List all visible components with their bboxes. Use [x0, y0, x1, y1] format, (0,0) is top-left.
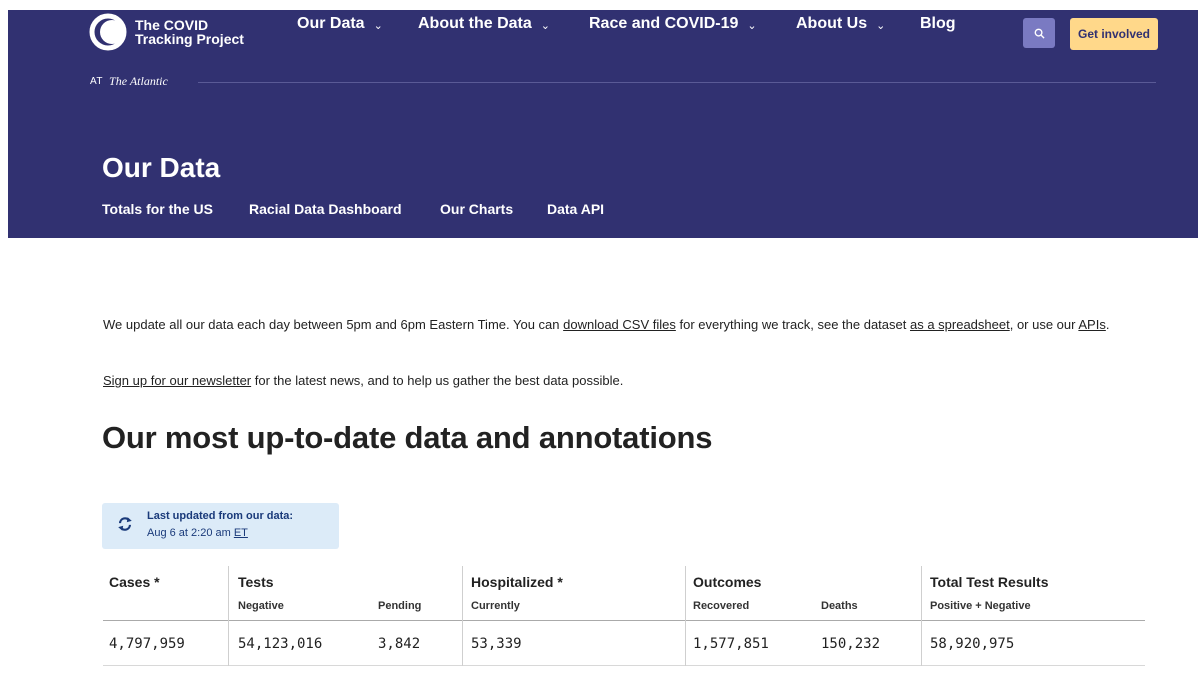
nav-label: Our Data [297, 15, 365, 32]
intro-text: for everything we track, see the dataset [675, 317, 910, 332]
last-updated-time: Aug 6 at 2:20 am ET [147, 527, 248, 539]
value-recovered: 1,577,851 [693, 636, 769, 652]
value-total-test-results: 58,920,975 [930, 636, 1015, 652]
nav-blog[interactable]: Blog [920, 15, 956, 33]
value-tests-pending: 3,842 [378, 636, 421, 652]
subheader-negative: Negative [238, 600, 284, 612]
nav-label: About the Data [418, 15, 532, 32]
subnav-racial-dashboard[interactable]: Racial Data Dashboard [249, 201, 402, 217]
search-icon [1034, 28, 1045, 39]
column-divider [921, 566, 922, 666]
last-updated-banner: Last updated from our data: Aug 6 at 2:2… [102, 503, 339, 549]
chevron-down-icon: ⌄ [876, 19, 886, 32]
at-label: AT [90, 76, 104, 87]
subnav-data-api[interactable]: Data API [547, 201, 604, 217]
nav-about-us[interactable]: About Us ⌄ [796, 15, 885, 33]
section-heading: Our most up-to-date data and annotations [102, 420, 713, 455]
subnav-our-charts[interactable]: Our Charts [440, 201, 513, 217]
header-total-test-results: Total Test Results [930, 574, 1049, 590]
logo-line-2: Tracking Project [135, 31, 244, 47]
subheader-pending: Pending [378, 600, 422, 612]
value-hospitalized-currently: 53,339 [471, 636, 522, 652]
newsletter-text: for the latest news, and to help us gath… [251, 373, 624, 388]
last-updated-date: Aug 6 at 2:20 am [147, 527, 231, 539]
subheader-recovered: Recovered [693, 600, 750, 612]
column-divider [462, 566, 463, 666]
subheader-currently: Currently [471, 600, 520, 612]
publisher-tagline: AT The Atlantic [90, 74, 168, 89]
intro-text: , or use our [1009, 317, 1079, 332]
value-tests-negative: 54,123,016 [238, 636, 323, 652]
value-deaths: 150,232 [821, 636, 881, 652]
header-hospitalized: Hospitalized * [471, 574, 563, 590]
chevron-down-icon: ⌄ [540, 19, 550, 32]
subnav-totals[interactable]: Totals for the US [102, 201, 213, 217]
timezone-link[interactable]: ET [234, 527, 248, 539]
header-tests: Tests [238, 574, 274, 590]
logo-wordmark: The COVID Tracking Project [135, 18, 265, 46]
publisher-name[interactable]: The Atlantic [109, 74, 168, 89]
us-totals-table: Cases * Tests Hospitalized * Outcomes To… [103, 566, 1145, 666]
value-cases: 4,797,959 [109, 636, 185, 652]
table-bottom-rule [103, 665, 1145, 666]
csv-download-link[interactable]: download CSV files [563, 317, 676, 332]
nav-race-and-covid[interactable]: Race and COVID-19 ⌄ [589, 15, 757, 33]
spreadsheet-link[interactable]: as a spreadsheet [910, 317, 1010, 332]
header-cases: Cases * [109, 574, 160, 590]
chevron-down-icon: ⌄ [373, 19, 383, 32]
nav-label: Race and COVID-19 [589, 15, 739, 32]
header-outcomes: Outcomes [693, 574, 762, 590]
logo-line-1: The COVID [135, 17, 209, 33]
column-divider [228, 566, 229, 666]
intro-text: We update all our data each day between … [103, 317, 564, 332]
search-button[interactable] [1023, 18, 1055, 48]
subheader-positive-negative: Positive + Negative [930, 600, 1031, 612]
refresh-icon [118, 517, 132, 531]
subheader-deaths: Deaths [821, 600, 858, 612]
nav-our-data[interactable]: Our Data ⌄ [297, 15, 383, 33]
nav-label: About Us [796, 15, 868, 32]
header-divider [198, 82, 1156, 83]
intro-text: . [1105, 317, 1110, 332]
site-header: The COVID Tracking Project AT The Atlant… [8, 10, 1198, 238]
nav-label: Blog [920, 15, 956, 32]
newsletter-link[interactable]: Sign up for our newsletter [103, 373, 251, 388]
chevron-down-icon: ⌄ [747, 19, 757, 32]
page-title: Our Data [102, 152, 221, 183]
nav-about-the-data[interactable]: About the Data ⌄ [418, 15, 550, 33]
column-divider [685, 566, 686, 666]
newsletter-paragraph: Sign up for our newsletter for the lates… [103, 370, 623, 392]
last-updated-label: Last updated from our data: [147, 510, 294, 522]
table-header-rule [103, 620, 1145, 621]
intro-paragraph: We update all our data each day between … [103, 314, 1153, 336]
apis-link[interactable]: APIs [1078, 317, 1105, 332]
get-involved-button[interactable]: Get involved [1070, 18, 1158, 50]
logo-icon [89, 13, 127, 51]
